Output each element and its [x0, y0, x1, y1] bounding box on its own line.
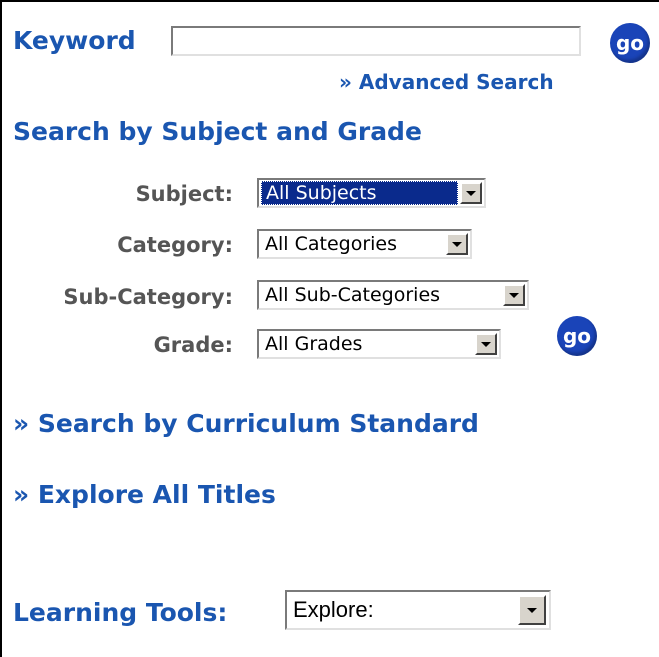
subject-selected-value: All Subjects — [261, 181, 458, 205]
subject-label: Subject: — [135, 182, 233, 206]
go-label: go — [615, 31, 645, 55]
chevron-down-icon[interactable] — [446, 233, 468, 255]
explore-all-titles-link[interactable]: » Explore All Titles — [13, 480, 276, 509]
grade-label: Grade: — [153, 333, 233, 357]
chevron-down-icon[interactable] — [503, 284, 525, 306]
learning-tools-label: Learning Tools: — [13, 598, 228, 627]
category-label: Category: — [117, 233, 233, 257]
chevron-down-icon[interactable] — [475, 333, 497, 355]
go-label: go — [562, 324, 592, 348]
subject-select[interactable]: All Subjects — [257, 178, 486, 208]
keyword-go-button[interactable]: go — [610, 23, 650, 63]
learning-tools-select[interactable]: Explore: — [285, 590, 551, 630]
sub-category-selected-value: All Sub-Categories — [265, 284, 441, 306]
grade-select[interactable]: All Grades — [257, 329, 501, 359]
section-title-subject-grade: Search by Subject and Grade — [13, 117, 422, 146]
chevron-down-icon[interactable] — [460, 182, 482, 204]
subject-go-button[interactable]: go — [557, 316, 597, 356]
category-selected-value: All Categories — [265, 233, 398, 255]
advanced-search-link[interactable]: » Advanced Search — [339, 70, 554, 94]
keyword-label: Keyword — [13, 26, 136, 55]
chevron-down-icon[interactable] — [518, 595, 546, 625]
keyword-input[interactable] — [171, 26, 581, 56]
learning-tools-selected-value: Explore: — [293, 597, 374, 622]
sub-category-label: Sub-Category: — [63, 285, 233, 309]
grade-selected-value: All Grades — [265, 333, 363, 355]
curriculum-standard-link[interactable]: » Search by Curriculum Standard — [13, 409, 479, 438]
sub-category-select[interactable]: All Sub-Categories — [257, 280, 529, 310]
category-select[interactable]: All Categories — [257, 229, 472, 259]
